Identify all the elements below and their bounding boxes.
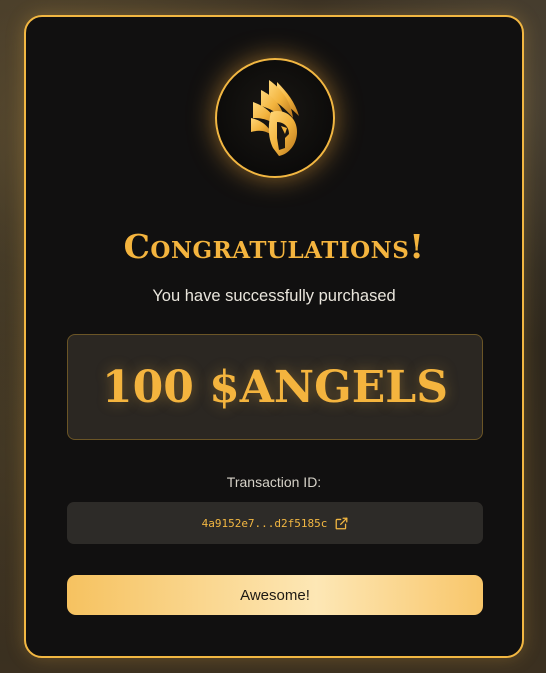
- winged-helmet-logo-icon: [215, 58, 335, 178]
- purchase-success-dialog: Congratulations! You have successfully p…: [24, 15, 524, 658]
- congratulations-heading: Congratulations!: [123, 227, 425, 266]
- transaction-id-link[interactable]: 4a9152e7...d2f5185c: [67, 502, 483, 544]
- transaction-id-value[interactable]: 4a9152e7...d2f5185c: [202, 517, 328, 530]
- purchased-amount-panel: 100 $ANGELS: [67, 334, 483, 440]
- awesome-button[interactable]: Awesome!: [67, 575, 483, 615]
- purchase-message: You have successfully purchased: [152, 287, 396, 305]
- purchased-amount: 100 $ANGELS: [102, 361, 448, 413]
- transaction-id-label: Transaction ID:: [226, 474, 322, 490]
- external-link-icon[interactable]: [335, 517, 348, 530]
